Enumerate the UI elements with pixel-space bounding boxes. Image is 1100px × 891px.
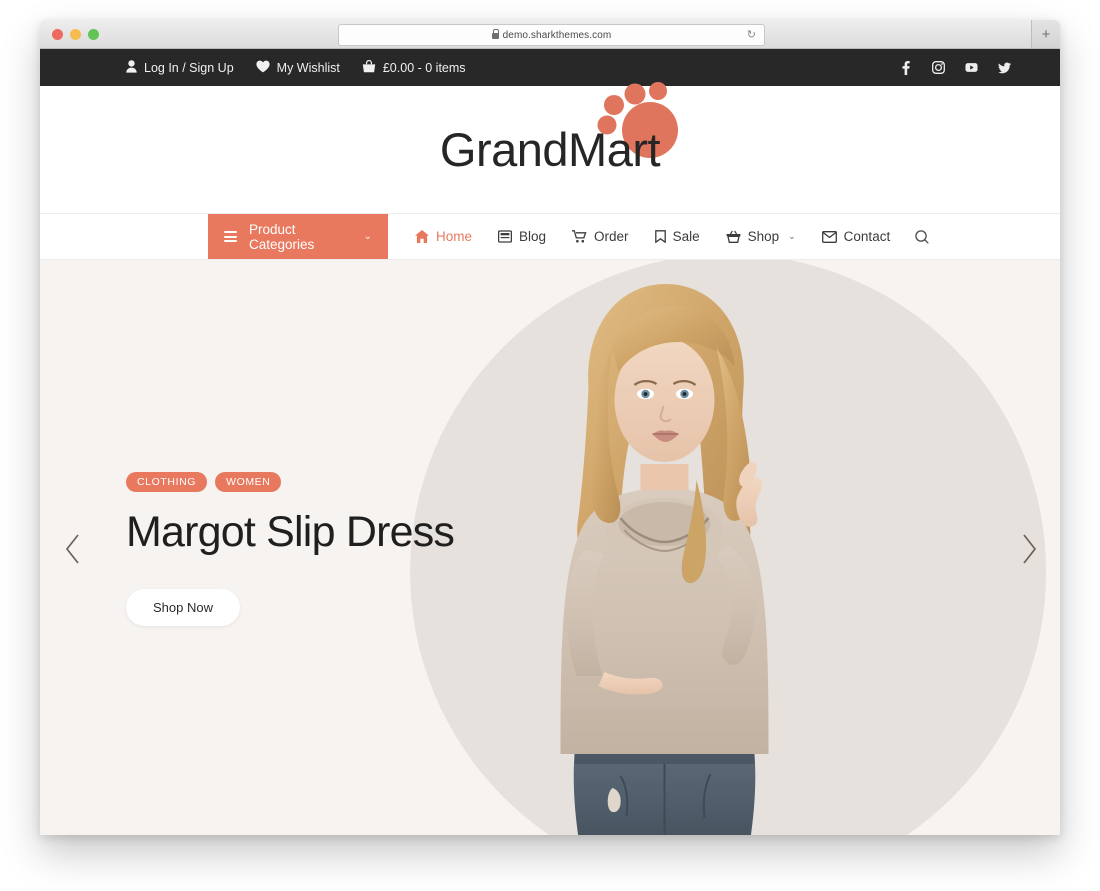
nav-item-contact-label: Contact — [843, 229, 891, 244]
hero-product-image — [501, 268, 831, 835]
product-categories-button[interactable]: Product Categories ⌄ — [208, 214, 388, 259]
user-icon — [126, 59, 137, 76]
site-header: GrandMart — [40, 82, 1060, 213]
tag-icon — [654, 230, 666, 243]
utility-topbar: Log In / Sign Up My Wishlist £0.00 - 0 i… — [40, 49, 1060, 86]
logo-text: GrandMart — [439, 123, 661, 176]
twitter-icon[interactable] — [998, 61, 1011, 75]
minimize-window-button[interactable] — [70, 29, 81, 40]
chevron-down-icon: ⌄ — [363, 231, 372, 242]
facebook-icon[interactable] — [899, 60, 912, 75]
hero-content: CLOTHING WOMEN Margot Slip Dress Shop No… — [126, 472, 455, 626]
close-window-button[interactable] — [52, 29, 63, 40]
main-navigation: Product Categories ⌄ Home Blog Order Sal… — [40, 213, 1060, 260]
slider-prev-button[interactable] — [60, 529, 86, 569]
hero-title: Margot Slip Dress — [126, 508, 455, 556]
cart-total-label: £0.00 - 0 items — [382, 60, 466, 75]
search-icon[interactable] — [903, 229, 941, 244]
hamburger-icon — [224, 231, 237, 242]
nav-item-shop[interactable]: Shop ⌄ — [713, 214, 809, 259]
hero-slider: CLOTHING WOMEN Margot Slip Dress Shop No… — [40, 260, 1060, 835]
new-tab-button[interactable]: + — [1031, 20, 1060, 48]
lock-icon — [491, 29, 500, 39]
nav-item-order[interactable]: Order — [559, 214, 642, 259]
page-stage: demo.sharkthemes.com ↻ + Log In / Sign U… — [0, 0, 1100, 891]
nav-item-shop-label: Shop — [747, 229, 780, 244]
basket-icon — [726, 230, 741, 243]
basket-icon — [362, 59, 376, 76]
badge-clothing[interactable]: CLOTHING — [126, 472, 208, 492]
badge-women[interactable]: WOMEN — [215, 472, 282, 492]
address-bar[interactable]: demo.sharkthemes.com ↻ — [338, 24, 765, 46]
blog-icon — [498, 230, 513, 243]
nav-item-blog[interactable]: Blog — [485, 214, 559, 259]
envelope-icon — [821, 230, 837, 243]
nav-menu: Home Blog Order Sale Shop ⌄ Contact — [388, 214, 941, 259]
heart-icon — [256, 60, 270, 76]
login-signup-link[interactable]: Log In / Sign Up — [126, 59, 234, 76]
login-signup-label: Log In / Sign Up — [144, 60, 234, 75]
window-controls — [52, 29, 99, 40]
nav-item-sale-label: Sale — [672, 229, 700, 244]
shop-now-button[interactable]: Shop Now — [126, 589, 240, 626]
chevron-left-icon — [65, 534, 79, 564]
browser-window: demo.sharkthemes.com ↻ + Log In / Sign U… — [40, 20, 1060, 835]
site-logo[interactable]: GrandMart — [439, 82, 678, 177]
url-text: demo.sharkthemes.com — [502, 29, 612, 41]
nav-item-contact[interactable]: Contact — [809, 214, 904, 259]
social-links — [899, 60, 1011, 75]
nav-item-home-label: Home — [436, 229, 473, 244]
cart-link[interactable]: £0.00 - 0 items — [362, 59, 466, 76]
wishlist-label: My Wishlist — [276, 60, 340, 75]
chevron-right-icon — [1023, 534, 1037, 564]
instagram-icon[interactable] — [932, 61, 945, 75]
browser-chrome: demo.sharkthemes.com ↻ + — [40, 20, 1060, 49]
youtube-icon[interactable] — [965, 61, 978, 75]
nav-item-home[interactable]: Home — [402, 214, 485, 259]
nav-item-blog-label: Blog — [519, 229, 547, 244]
nav-item-sale[interactable]: Sale — [642, 214, 713, 259]
nav-item-order-label: Order — [594, 229, 629, 244]
maximize-window-button[interactable] — [88, 29, 99, 40]
chevron-down-icon: ⌄ — [788, 231, 796, 241]
cart-icon — [572, 230, 587, 243]
home-icon — [415, 230, 429, 243]
page-viewport: Log In / Sign Up My Wishlist £0.00 - 0 i… — [40, 49, 1060, 835]
hero-badges: CLOTHING WOMEN — [126, 472, 454, 492]
wishlist-link[interactable]: My Wishlist — [256, 60, 340, 76]
product-categories-label: Product Categories — [249, 221, 315, 252]
slider-next-button[interactable] — [1016, 529, 1042, 569]
reload-icon[interactable]: ↻ — [747, 29, 756, 41]
